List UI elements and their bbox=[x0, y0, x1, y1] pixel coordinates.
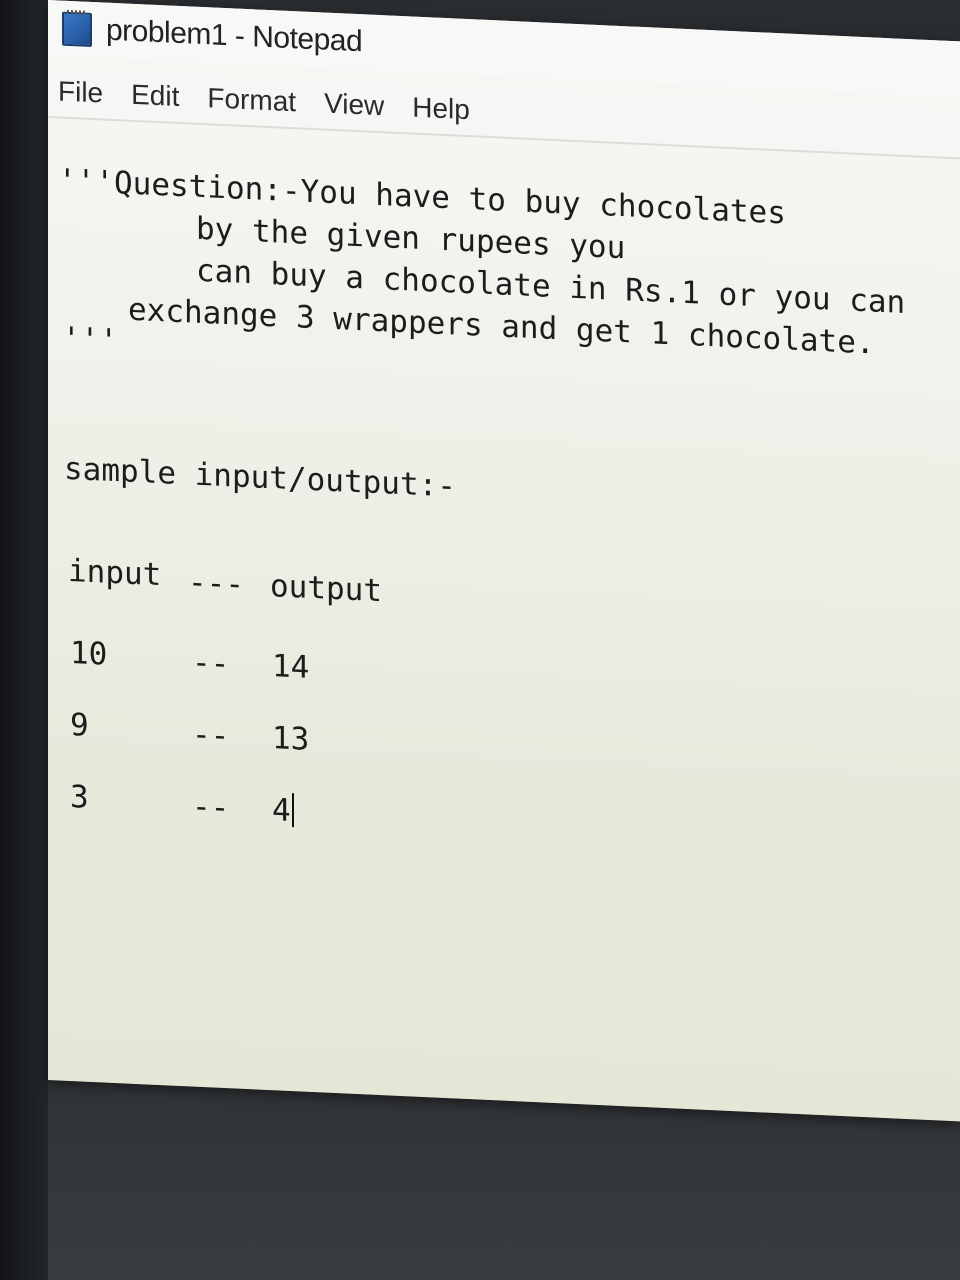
text-line: --- bbox=[188, 564, 244, 603]
text-line: 4 bbox=[272, 792, 291, 830]
text-line: 10 bbox=[70, 634, 108, 673]
monitor-bezel bbox=[0, 0, 48, 1280]
text-line: input bbox=[68, 552, 162, 594]
photo-background: problem1 - Notepad File Edit Format View… bbox=[0, 0, 960, 1280]
text-line: 9 bbox=[70, 706, 89, 744]
menu-edit[interactable]: Edit bbox=[119, 78, 191, 113]
text-line-with-caret: 4 bbox=[272, 792, 294, 829]
menu-file[interactable]: File bbox=[48, 75, 115, 110]
text-line: 13 bbox=[272, 720, 310, 758]
text-line: -- bbox=[192, 644, 230, 683]
notepad-icon bbox=[62, 11, 92, 47]
menu-format[interactable]: Format bbox=[195, 82, 308, 119]
menu-view[interactable]: View bbox=[312, 87, 396, 123]
menu-help[interactable]: Help bbox=[400, 91, 482, 127]
text-editor-area[interactable]: '''Question:-You have to buy chocolates … bbox=[48, 122, 960, 1121]
text-line: output bbox=[270, 568, 382, 610]
text-line: -- bbox=[192, 788, 230, 827]
text-line: sample input/output:- bbox=[64, 450, 456, 505]
window-title: problem1 - Notepad bbox=[106, 13, 363, 59]
notepad-window: problem1 - Notepad File Edit Format View… bbox=[48, 0, 960, 1122]
text-line: 3 bbox=[70, 778, 89, 816]
text-cursor bbox=[291, 793, 294, 828]
text-line: ''' bbox=[62, 320, 118, 360]
text-line: -- bbox=[192, 716, 230, 755]
text-line: 14 bbox=[272, 648, 310, 686]
